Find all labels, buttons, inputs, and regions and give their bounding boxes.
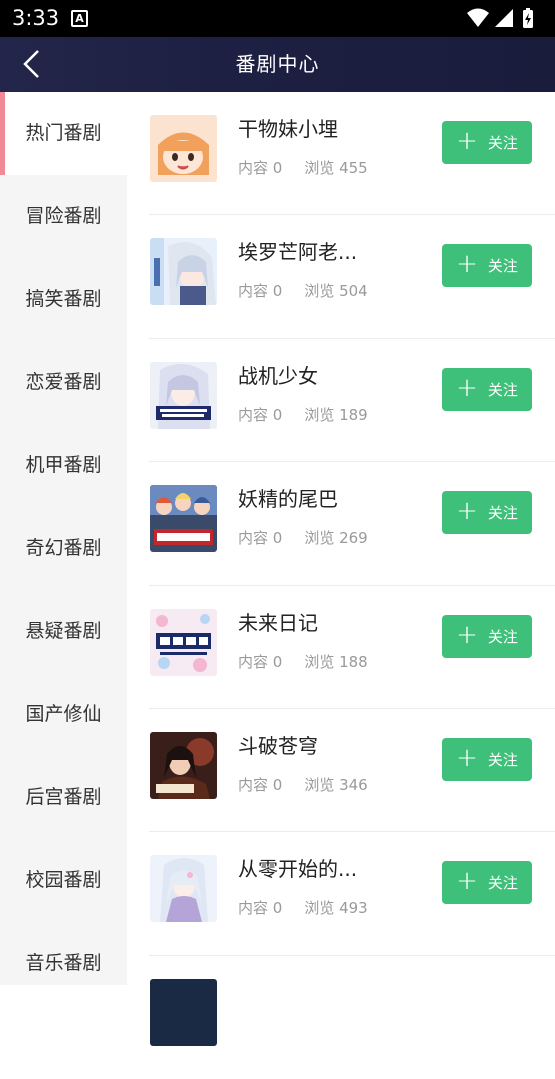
follow-button[interactable]: + 关注 xyxy=(442,121,532,164)
view-count: 浏览 189 xyxy=(304,405,368,424)
anime-stats: 内容 0 浏览 346 xyxy=(238,775,368,795)
content-count: 内容 0 xyxy=(238,652,283,671)
follow-label: 关注 xyxy=(487,257,518,276)
list-item-partial[interactable] xyxy=(127,956,555,1079)
sidebar-item-label: 奇幻番剧 xyxy=(25,537,102,559)
anime-stats: 内容 0 浏览 504 xyxy=(238,281,368,301)
view-count: 浏览 455 xyxy=(304,159,368,177)
view-count: 浏览 346 xyxy=(304,775,368,794)
follow-button[interactable]: + 关注 xyxy=(442,861,532,905)
app-header: 番剧中心 xyxy=(0,37,555,92)
plus-icon: + xyxy=(456,496,478,527)
anime-title: 埃罗芒阿老... xyxy=(238,240,358,265)
list-item[interactable]: 干物妹小埋 内容 0 浏览 455 + 关注 xyxy=(127,92,555,216)
cover-image xyxy=(150,238,217,306)
sidebar-item-mecha[interactable]: 机甲番剧 xyxy=(0,424,127,507)
list-item[interactable]: 斗破苍穹 内容 0 浏览 346 + 关注 xyxy=(127,709,555,833)
anime-title: 从零开始的... xyxy=(238,857,358,882)
sidebar-item-mystery[interactable]: 悬疑番剧 xyxy=(0,590,127,673)
sidebar-item-label: 悬疑番剧 xyxy=(25,620,102,642)
sidebar-item-fantasy[interactable]: 奇幻番剧 xyxy=(0,507,127,590)
content-count: 内容 0 xyxy=(238,282,283,301)
anime-title: 妖精的尾巴 xyxy=(238,487,338,512)
cover-image xyxy=(150,485,217,553)
cover-image xyxy=(150,608,217,676)
anime-stats: 内容 0 浏览 455 xyxy=(238,158,368,178)
system-icons xyxy=(467,8,533,28)
anime-stats: 内容 0 浏览 189 xyxy=(238,405,368,425)
page-title: 番剧中心 xyxy=(235,52,320,76)
content-count: 内容 0 xyxy=(238,405,283,424)
list-item[interactable]: 埃罗芒阿老... 内容 0 浏览 504 + 关注 xyxy=(127,215,555,339)
sidebar-item-school[interactable]: 校园番剧 xyxy=(0,839,127,922)
plus-icon: + xyxy=(456,866,478,897)
list-item[interactable]: 战机少女 内容 0 浏览 189 + 关注 xyxy=(127,339,555,463)
follow-button[interactable]: + 关注 xyxy=(442,491,532,535)
sidebar-item-label: 后宫番剧 xyxy=(25,786,102,808)
anime-stats: 内容 0 浏览 493 xyxy=(238,898,368,918)
cover-image xyxy=(150,361,217,429)
sidebar-item-label: 搞笑番剧 xyxy=(25,288,102,310)
sidebar-item-harem[interactable]: 后宫番剧 xyxy=(0,756,127,839)
sidebar-item-label: 热门番剧 xyxy=(25,122,102,144)
list-item[interactable]: 从零开始的... 内容 0 浏览 493 + 关注 xyxy=(127,832,555,956)
sidebar-item-adventure[interactable]: 冒险番剧 xyxy=(0,175,127,258)
view-count: 浏览 493 xyxy=(304,899,368,918)
follow-label: 关注 xyxy=(487,627,518,646)
status-bar: 3:33 A xyxy=(0,0,555,37)
cover-image xyxy=(150,115,217,182)
follow-label: 关注 xyxy=(487,504,518,523)
sidebar-item-comedy[interactable]: 搞笑番剧 xyxy=(0,258,127,341)
list-item[interactable]: 妖精的尾巴 内容 0 浏览 269 + 关注 xyxy=(127,462,555,586)
anime-stats: 内容 0 浏览 188 xyxy=(238,652,368,672)
plus-icon: + xyxy=(456,742,478,773)
sidebar-item-label: 国产修仙 xyxy=(25,703,102,725)
content-count: 内容 0 xyxy=(238,159,283,177)
plus-icon: + xyxy=(456,619,478,650)
content-count: 内容 0 xyxy=(238,529,283,548)
status-time: 3:33 xyxy=(12,6,60,30)
anime-stats: 内容 0 浏览 269 xyxy=(238,528,368,548)
anime-list: 干物妹小埋 内容 0 浏览 455 + 关注 埃罗芒阿老... 内容 0 浏览 504… xyxy=(127,92,555,1079)
plus-icon: + xyxy=(456,372,478,403)
follow-label: 关注 xyxy=(487,874,518,893)
sidebar-item-xianxia[interactable]: 国产修仙 xyxy=(0,673,127,756)
content-count: 内容 0 xyxy=(238,775,283,794)
signal-icon xyxy=(495,9,513,27)
sidebar-item-label: 机甲番剧 xyxy=(25,454,102,476)
anime-title: 干物妹小埋 xyxy=(238,117,338,141)
follow-button[interactable]: + 关注 xyxy=(442,614,532,658)
cover-image xyxy=(150,731,217,799)
cover-image xyxy=(150,855,217,923)
category-sidebar: 热门番剧 冒险番剧 搞笑番剧 恋爱番剧 机甲番剧 奇幻番剧 悬疑番剧 国产修仙 … xyxy=(0,92,127,985)
sidebar-item-romance[interactable]: 恋爱番剧 xyxy=(0,341,127,424)
anime-title: 未来日记 xyxy=(238,610,318,635)
cover-image xyxy=(150,978,217,1046)
sidebar-item-label: 校园番剧 xyxy=(25,869,102,891)
view-count: 浏览 269 xyxy=(304,529,368,548)
follow-button[interactable]: + 关注 xyxy=(442,737,532,781)
notification-icon: A xyxy=(71,10,88,27)
view-count: 浏览 188 xyxy=(304,652,368,671)
view-count: 浏览 504 xyxy=(304,282,368,301)
follow-label: 关注 xyxy=(487,380,518,399)
content-count: 内容 0 xyxy=(238,899,283,918)
list-item[interactable]: 未来日记 内容 0 浏览 188 + 关注 xyxy=(127,586,555,709)
sidebar-item-label: 恋爱番剧 xyxy=(25,371,102,393)
plus-icon: + xyxy=(456,249,478,280)
anime-title: 战机少女 xyxy=(238,363,318,388)
anime-title: 斗破苍穹 xyxy=(238,733,318,758)
follow-label: 关注 xyxy=(487,750,518,769)
follow-label: 关注 xyxy=(487,134,518,152)
sidebar-item-label: 冒险番剧 xyxy=(25,205,102,227)
battery-icon xyxy=(523,8,533,28)
wifi-icon xyxy=(467,8,489,27)
follow-button[interactable]: + 关注 xyxy=(442,367,532,411)
follow-button[interactable]: + 关注 xyxy=(442,244,532,288)
sidebar-item-hot[interactable]: 热门番剧 xyxy=(0,92,127,175)
sidebar-item-label: 音乐番剧 xyxy=(25,952,102,974)
plus-icon: + xyxy=(456,126,478,156)
sidebar-item-music[interactable]: 音乐番剧 xyxy=(0,922,127,1005)
